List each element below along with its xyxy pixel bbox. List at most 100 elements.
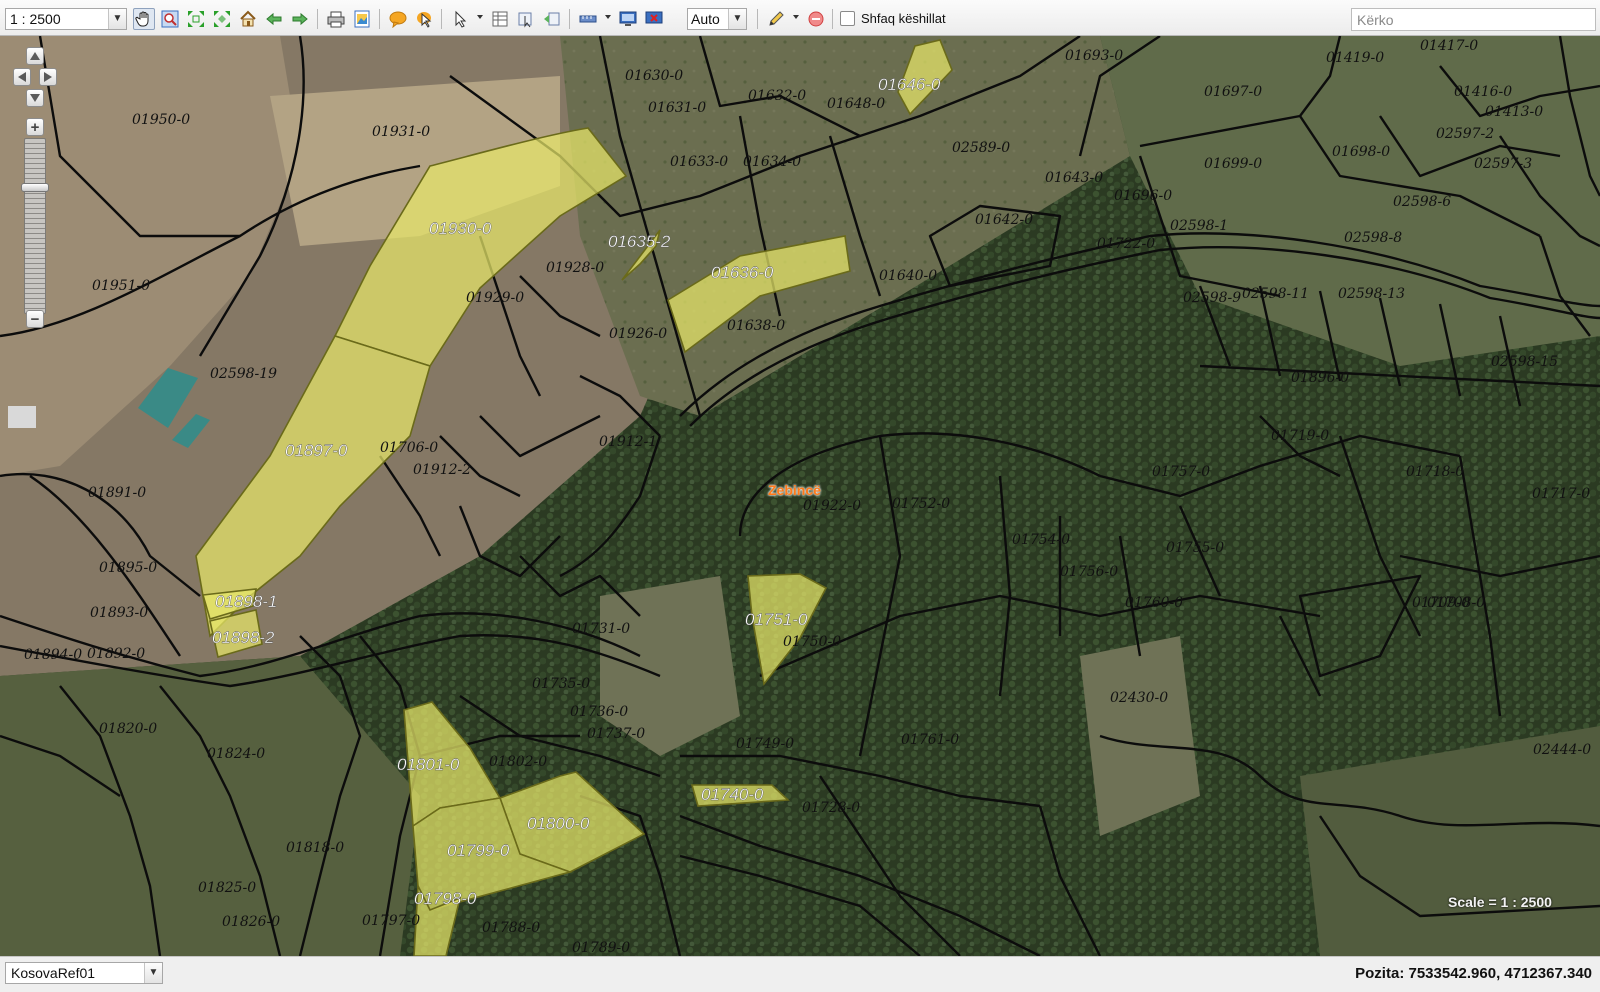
parcel-label: 01693-0 <box>1065 48 1123 64</box>
pan-up-button[interactable] <box>26 47 44 65</box>
parcel-label: 01737-0 <box>587 726 645 742</box>
parcel-label: 01731-0 <box>572 621 630 637</box>
map-view[interactable]: 01950-0 01931-0 01630-0 01631-0 01632-0 01648… <box>0 36 1600 956</box>
pan-right-button[interactable] <box>39 68 57 86</box>
print-icon[interactable] <box>325 8 347 30</box>
parcel-label: 01706-0 <box>380 440 438 456</box>
caret-down-icon[interactable] <box>477 15 483 19</box>
parcel-label: 01894-0 <box>24 647 82 663</box>
export-image-icon[interactable] <box>351 8 373 30</box>
parcel-label: 01717-0 <box>1532 486 1590 502</box>
parcel-label: 01698-0 <box>1332 144 1390 160</box>
zoom-out-button[interactable]: − <box>26 310 44 328</box>
parcel-label: 01896-0 <box>1291 370 1349 386</box>
parcel-label: 02598-15 <box>1491 354 1558 370</box>
table-icon[interactable] <box>489 8 511 30</box>
zoom-slider[interactable] <box>24 138 46 314</box>
parcel-label: 01696-0 <box>1114 188 1172 204</box>
caret-down-icon[interactable] <box>793 15 799 19</box>
caret-down-icon[interactable] <box>605 15 611 19</box>
selected-parcel-label: 01801-0 <box>397 755 460 774</box>
back-arrow-icon[interactable] <box>263 8 285 30</box>
parcel-label: 01928-0 <box>546 260 604 276</box>
query-icon[interactable] <box>515 8 537 30</box>
chevron-down-icon[interactable]: ▼ <box>108 9 126 29</box>
measure-ruler-icon[interactable] <box>577 8 599 30</box>
parcel-label: 01922-0 <box>803 498 861 514</box>
pan-left-icon <box>18 72 26 82</box>
scale-select[interactable]: 1 : 2500 ▼ <box>5 8 127 30</box>
selected-parcel-label: 01800-0 <box>527 814 590 833</box>
parcel-label: 01699-0 <box>1204 156 1262 172</box>
selected-parcel-label: 01798-0 <box>414 889 477 908</box>
parcel-label: 02597-3 <box>1474 156 1532 172</box>
search-input[interactable]: Kërko <box>1351 8 1596 31</box>
parcel-label: 02598-1 <box>1170 218 1228 234</box>
selected-parcel-label: 01898-2 <box>212 628 275 647</box>
parcel-label: 02430-0 <box>1110 690 1168 706</box>
parcel-label: 02598-8 <box>1344 230 1402 246</box>
clear-selection-icon[interactable] <box>541 8 563 30</box>
parcel-label: 01950-0 <box>132 112 190 128</box>
zoom-layer-icon[interactable] <box>211 8 233 30</box>
position-value: 7533542.960, 4712367.340 <box>1408 965 1592 982</box>
hand-pan-icon[interactable] <box>133 8 155 30</box>
parcel-label: 01789-0 <box>572 940 630 956</box>
parcel-label: 01728-0 <box>802 800 860 816</box>
parcel-label: 02598-19 <box>210 366 277 382</box>
zoom-in-button[interactable]: + <box>26 118 44 136</box>
layer-select[interactable]: KosovaRef01 ▼ <box>5 962 163 984</box>
parcel-label: 01757-0 <box>1152 464 1210 480</box>
selected-parcel-label: 01799-0 <box>447 841 510 860</box>
selected-parcel-label: 01930-0 <box>429 219 492 238</box>
parcel-label: 01638-0 <box>727 318 785 334</box>
toolbar-separator <box>832 9 833 29</box>
parcel-label: 01419-0 <box>1326 50 1384 66</box>
parcel-label: 01754-0 <box>1012 532 1070 548</box>
selected-parcel-label: 01740-0 <box>701 785 764 804</box>
zoom-extent-icon[interactable] <box>185 8 207 30</box>
parcel-label: 01752-0 <box>892 496 950 512</box>
parcel-label: 01642-0 <box>975 212 1033 228</box>
delete-map-icon[interactable] <box>643 8 665 30</box>
pan-left-button[interactable] <box>13 68 31 86</box>
parcel-label: 01755-0 <box>1166 540 1224 556</box>
forward-arrow-icon[interactable] <box>289 8 311 30</box>
parcel-label: 01634-0 <box>743 154 801 170</box>
building <box>8 406 36 428</box>
pan-right-icon <box>44 72 52 82</box>
parcel-label: 02444-0 <box>1533 742 1591 758</box>
parcel-label: 01912-2 <box>413 462 471 478</box>
home-icon[interactable] <box>237 8 259 30</box>
tips-checkbox[interactable] <box>840 11 855 26</box>
parcel-label: 01931-0 <box>372 124 430 140</box>
parcel-label: 02597-2 <box>1436 126 1494 142</box>
parcel-label: 01826-0 <box>222 914 280 930</box>
parcel-label: 01824-0 <box>207 746 265 762</box>
identify-icon[interactable] <box>413 8 435 30</box>
chevron-down-icon[interactable]: ▼ <box>144 963 162 983</box>
selected-parcel-label: 01636-0 <box>711 263 774 282</box>
search-placeholder: Kërko <box>1357 12 1394 28</box>
parcel-label: 01648-0 <box>827 96 885 112</box>
pan-down-button[interactable] <box>26 89 44 107</box>
coordinates-icon[interactable] <box>617 8 639 30</box>
zoom-mode-select[interactable]: Auto ▼ <box>687 8 747 30</box>
zoom-box-icon[interactable] <box>159 8 181 30</box>
chevron-down-icon[interactable]: ▼ <box>728 9 746 29</box>
zoom-slider-thumb[interactable] <box>21 183 49 193</box>
parcel-label: 02598-9 <box>1183 290 1241 306</box>
parcel-label: 02598-6 <box>1393 194 1451 210</box>
parcel-label: 01818-0 <box>286 840 344 856</box>
parcel-label: 01891-0 <box>88 485 146 501</box>
parcel-label: 01929-0 <box>466 290 524 306</box>
parcel-label: 01788-0 <box>482 920 540 936</box>
selected-parcel-label: 01646-0 <box>878 75 941 94</box>
zoom-mode-value: Auto <box>691 11 720 27</box>
speech-bubble-icon[interactable] <box>387 8 409 30</box>
remove-icon[interactable] <box>805 8 827 30</box>
parcel-label: 01761-0 <box>901 732 959 748</box>
select-pointer-icon[interactable] <box>449 8 471 30</box>
parcel-label: 01735-0 <box>532 676 590 692</box>
pencil-icon[interactable] <box>765 8 787 30</box>
